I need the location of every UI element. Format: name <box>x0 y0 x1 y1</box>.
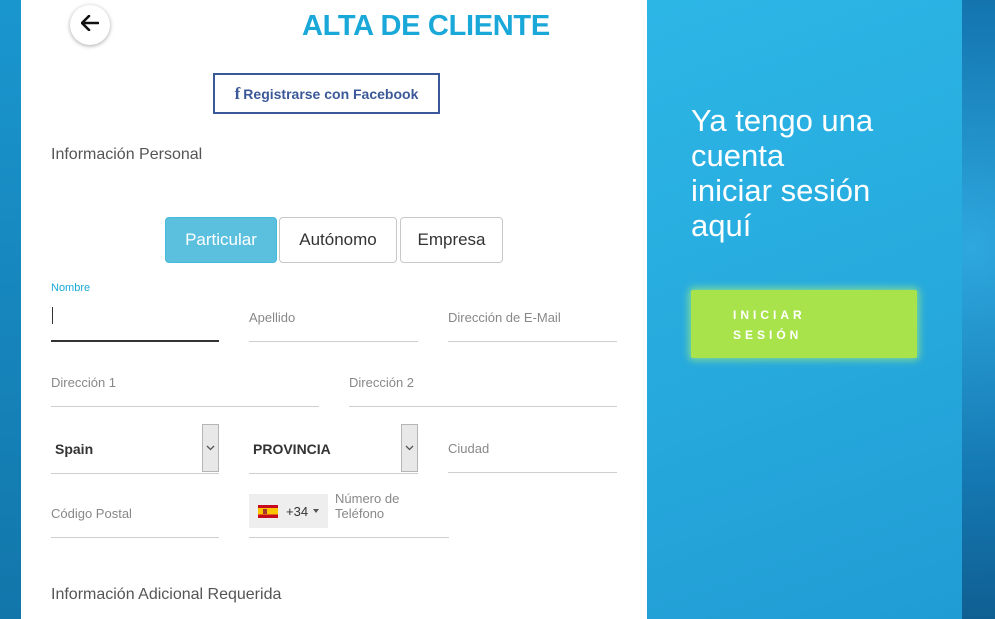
nombre-label: Nombre <box>51 282 91 294</box>
login-panel: Ya tengo una cuenta iniciar sesión aquí … <box>647 0 962 619</box>
login-button[interactable]: INICIAR SESIÓN <box>691 290 917 358</box>
province-select[interactable]: PROVINCIA <box>249 424 418 474</box>
email-input[interactable]: Dirección de E-Mail <box>448 300 617 342</box>
section-title-personal: Información Personal <box>51 146 203 163</box>
login-prompt-line: cuenta <box>691 138 785 173</box>
spain-flag-icon <box>258 504 278 518</box>
login-prompt-line: aquí <box>691 208 752 243</box>
login-prompt: Ya tengo una cuenta iniciar sesión aquí <box>691 103 951 243</box>
direccion2-placeholder: Dirección 2 <box>349 375 415 390</box>
chevron-down-icon[interactable] <box>401 424 418 472</box>
page-title: ALTA DE CLIENTE <box>302 10 550 42</box>
caret-down-icon <box>313 509 320 513</box>
login-button-line: INICIAR <box>733 308 806 322</box>
country-value: Spain <box>55 441 94 457</box>
login-prompt-line: Ya tengo una <box>691 103 874 138</box>
ciudad-placeholder: Ciudad <box>448 441 490 456</box>
chevron-down-icon[interactable] <box>202 424 219 472</box>
codigo-postal-input[interactable]: Código Postal <box>51 496 219 538</box>
facebook-register-label: Registrarse con Facebook <box>243 85 419 102</box>
page-background-right <box>962 0 995 619</box>
segment-autonomo[interactable]: Autónomo <box>279 217 397 263</box>
facebook-register-button[interactable]: f Registrarse con Facebook <box>213 73 440 114</box>
direccion1-input[interactable]: Dirección 1 <box>51 365 319 407</box>
section-title-additional: Información Adicional Requerida <box>51 586 282 603</box>
apellido-placeholder: Apellido <box>249 310 296 325</box>
segment-empresa[interactable]: Empresa <box>400 217 503 263</box>
login-button-line: SESIÓN <box>733 328 803 342</box>
facebook-icon: f <box>234 83 241 103</box>
login-prompt-line: iniciar sesión <box>691 173 871 208</box>
country-select[interactable]: Spain <box>51 424 219 474</box>
phone-country-dropdown[interactable]: +34 <box>249 494 328 528</box>
apellido-input[interactable]: Apellido <box>249 300 418 342</box>
segment-particular[interactable]: Particular <box>165 217 277 263</box>
ciudad-input[interactable]: Ciudad <box>448 431 617 473</box>
direccion2-input[interactable]: Dirección 2 <box>349 365 617 407</box>
direccion1-placeholder: Dirección 1 <box>51 375 117 390</box>
dial-code: +34 <box>286 503 309 519</box>
email-placeholder: Dirección de E-Mail <box>448 310 561 325</box>
codigo-postal-placeholder: Código Postal <box>51 506 132 521</box>
text-cursor <box>52 307 53 324</box>
page-background-left <box>0 0 21 619</box>
nombre-input[interactable] <box>51 300 219 342</box>
arrow-left-icon <box>80 14 100 36</box>
province-value: PROVINCIA <box>253 441 331 457</box>
back-button[interactable] <box>70 5 110 45</box>
phone-placeholder: Número de Teléfono <box>335 491 400 521</box>
